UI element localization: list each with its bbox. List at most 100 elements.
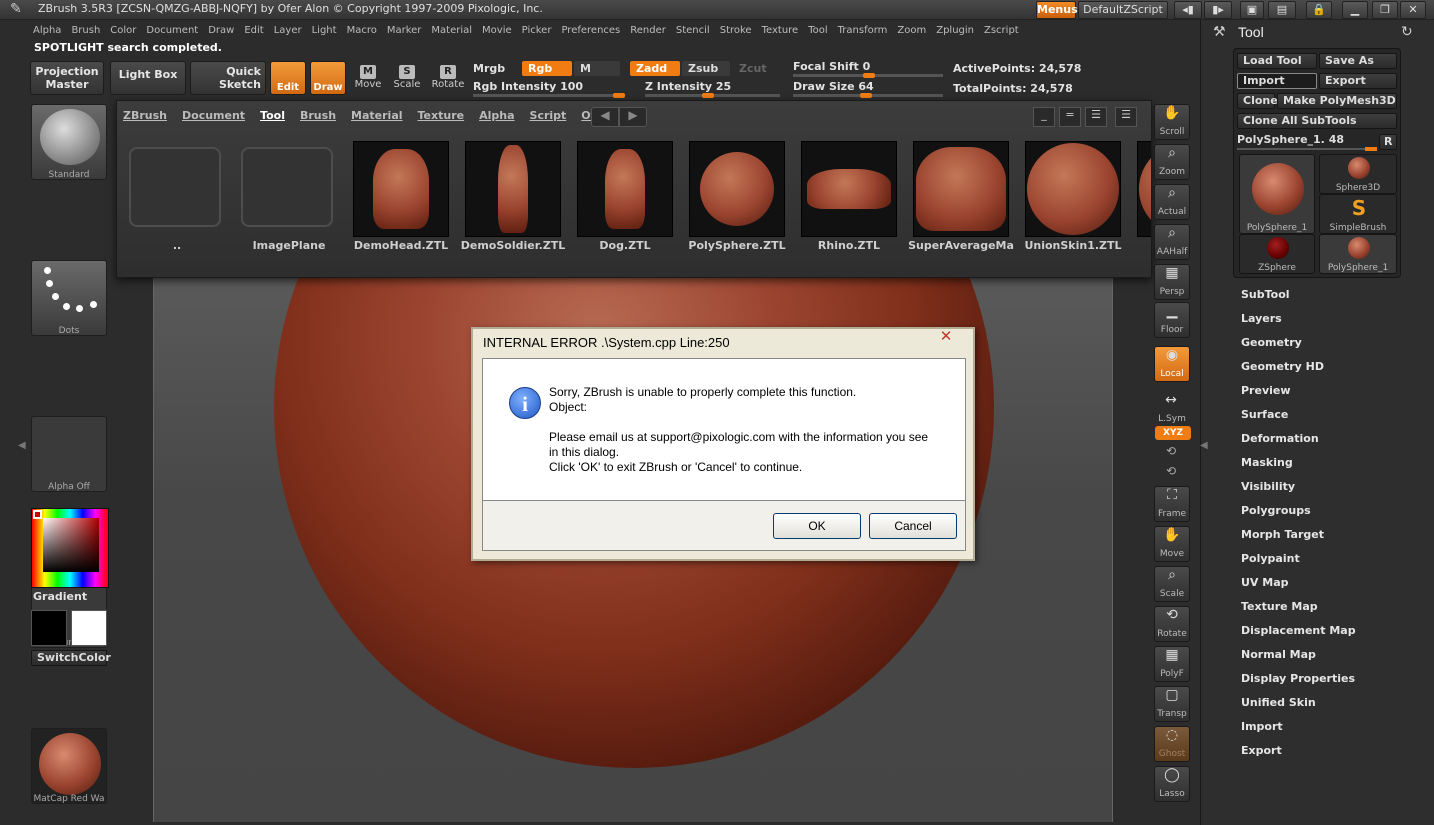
- color-picker[interactable]: [31, 508, 109, 588]
- switch-color-button[interactable]: SwitchColor: [31, 650, 111, 666]
- xyz-symmetry-toggle[interactable]: XYZ: [1155, 426, 1191, 440]
- brush-swatch[interactable]: Standard: [31, 104, 107, 180]
- rotate-z-icon[interactable]: ⟲: [1166, 464, 1176, 478]
- rotate-mode-button[interactable]: R Rotate: [430, 62, 466, 96]
- move-button[interactable]: ✋ Move: [1154, 526, 1190, 562]
- section-texture-map[interactable]: Texture Map: [1201, 595, 1434, 619]
- z-intensity-label[interactable]: Z Intensity 25: [645, 80, 731, 93]
- section-visibility[interactable]: Visibility: [1201, 475, 1434, 499]
- transp-button[interactable]: ▢ Transp: [1154, 686, 1190, 722]
- current-tool-slider[interactable]: PolySphere_1. 48: [1237, 132, 1377, 151]
- browser-item[interactable]: Rhino.ZTL: [793, 139, 905, 252]
- edit-mode-button[interactable]: Edit: [270, 61, 306, 95]
- quick-sketch-button[interactable]: Quick Sketch: [190, 61, 266, 95]
- light-box-button[interactable]: Light Box: [110, 61, 186, 95]
- material-swatch[interactable]: MatCap Red Wa: [31, 728, 107, 804]
- browser-item[interactable]: DemoHead.ZTL: [345, 139, 457, 252]
- l-sym-button[interactable]: ↔ L.Sym: [1154, 392, 1190, 428]
- menu-movie[interactable]: Movie: [477, 22, 517, 39]
- export-button[interactable]: Export: [1319, 73, 1397, 89]
- z-intensity-knob[interactable]: [702, 93, 714, 98]
- focal-shift-knob[interactable]: [863, 73, 875, 78]
- menu-zscript[interactable]: Zscript: [979, 22, 1024, 39]
- browser-item[interactable]: PolySphere.ZTL: [681, 139, 793, 252]
- tool-item[interactable]: PolySphere_1: [1319, 234, 1397, 274]
- move-mode-button[interactable]: M Move: [350, 62, 386, 96]
- frame-button[interactable]: ⛶ Frame: [1154, 486, 1190, 522]
- rgb-intensity-knob[interactable]: [613, 93, 625, 98]
- rgb-intensity-slider[interactable]: [473, 94, 625, 97]
- menus-toggle-button[interactable]: Menus: [1036, 1, 1078, 19]
- menu-zoom[interactable]: Zoom: [892, 22, 931, 39]
- save-as-button[interactable]: Save As: [1319, 53, 1397, 69]
- zadd-toggle[interactable]: Zadd: [630, 61, 680, 76]
- gradient-toggle[interactable]: Gradient: [33, 590, 87, 603]
- tab-brush[interactable]: Brush: [300, 109, 336, 122]
- draw-size-label[interactable]: Draw Size 64: [793, 80, 874, 93]
- next-page-icon[interactable]: ▶: [619, 107, 647, 127]
- menu-draw[interactable]: Draw: [203, 22, 239, 39]
- rgb-toggle[interactable]: Rgb: [522, 61, 572, 76]
- local-button[interactable]: ◉ Local: [1154, 346, 1190, 382]
- menu-stroke[interactable]: Stroke: [715, 22, 757, 39]
- zcut-toggle[interactable]: Zcut: [739, 62, 767, 75]
- menu-picker[interactable]: Picker: [517, 22, 557, 39]
- focal-shift-label[interactable]: Focal Shift 0: [793, 60, 870, 73]
- current-tool-knob[interactable]: [1365, 147, 1377, 151]
- tab-alpha[interactable]: Alpha: [479, 109, 514, 122]
- m-toggle[interactable]: M: [574, 61, 620, 76]
- menu-marker[interactable]: Marker: [382, 22, 427, 39]
- section-polypaint[interactable]: Polypaint: [1201, 547, 1434, 571]
- reset-icon[interactable]: ↻: [1401, 24, 1413, 40]
- scale-button[interactable]: ⌕ Scale: [1154, 566, 1190, 602]
- menu-tool[interactable]: Tool: [803, 22, 832, 39]
- browser-item[interactable]: ImagePlane: [233, 139, 345, 252]
- floor-button[interactable]: ▁ Floor: [1154, 302, 1190, 338]
- menu-material[interactable]: Material: [426, 22, 477, 39]
- section-normal-map[interactable]: Normal Map: [1201, 643, 1434, 667]
- section-polygroups[interactable]: Polygroups: [1201, 499, 1434, 523]
- browser-item[interactable]: Un: [1129, 139, 1151, 251]
- scroll-right-icon[interactable]: ▮▸: [1204, 1, 1232, 19]
- section-subtool[interactable]: SubTool: [1201, 283, 1434, 307]
- browser-item[interactable]: Dog.ZTL: [569, 139, 681, 252]
- actual-button[interactable]: ⌕ Actual: [1154, 184, 1190, 220]
- minimize-icon[interactable]: ▁: [1342, 1, 1368, 19]
- zsub-toggle[interactable]: Zsub: [682, 61, 730, 76]
- prev-page-icon[interactable]: ◀: [591, 107, 619, 127]
- section-display-properties[interactable]: Display Properties: [1201, 667, 1434, 691]
- section-preview[interactable]: Preview: [1201, 379, 1434, 403]
- tool-item[interactable]: S SimpleBrush: [1319, 194, 1397, 234]
- cancel-button[interactable]: Cancel: [869, 513, 957, 539]
- section-import[interactable]: Import: [1201, 715, 1434, 739]
- r-button[interactable]: R: [1379, 134, 1397, 150]
- clone-all-subtools-button[interactable]: Clone All SubTools: [1237, 113, 1397, 129]
- secondary-color-swatch[interactable]: [71, 610, 107, 646]
- rgb-intensity-label[interactable]: Rgb Intensity 100: [473, 80, 583, 93]
- section-morph-target[interactable]: Morph Target: [1201, 523, 1434, 547]
- ok-button[interactable]: OK: [773, 513, 861, 539]
- ghost-button[interactable]: ◌ Ghost: [1154, 726, 1190, 762]
- polyf-button[interactable]: ▦ PolyF: [1154, 646, 1190, 682]
- menu-color[interactable]: Color: [105, 22, 141, 39]
- section-uv-map[interactable]: UV Map: [1201, 571, 1434, 595]
- maximize-icon[interactable]: ❐: [1372, 1, 1398, 19]
- menu-render[interactable]: Render: [625, 22, 671, 39]
- section-surface[interactable]: Surface: [1201, 403, 1434, 427]
- tab-texture[interactable]: Texture: [418, 109, 465, 122]
- import-button[interactable]: Import: [1237, 73, 1317, 89]
- section-layers[interactable]: Layers: [1201, 307, 1434, 331]
- menu-zplugin[interactable]: Zplugin: [931, 22, 979, 39]
- view-detail-icon[interactable]: ☰: [1115, 107, 1137, 127]
- tab-script[interactable]: Script: [530, 109, 567, 122]
- tool-item[interactable]: ZSphere: [1239, 234, 1315, 274]
- menu-transform[interactable]: Transform: [833, 22, 893, 39]
- section-masking[interactable]: Masking: [1201, 451, 1434, 475]
- view-small-icon[interactable]: _: [1033, 107, 1055, 127]
- draw-mode-button[interactable]: Draw: [310, 61, 346, 95]
- stroke-swatch[interactable]: Dots: [31, 260, 107, 336]
- right-tray-toggle-icon[interactable]: ◀: [1200, 440, 1208, 451]
- view-list-icon[interactable]: ☰: [1085, 107, 1107, 127]
- layout-alt-icon[interactable]: ▤: [1268, 1, 1296, 19]
- rotate-y-icon[interactable]: ⟲: [1166, 444, 1176, 458]
